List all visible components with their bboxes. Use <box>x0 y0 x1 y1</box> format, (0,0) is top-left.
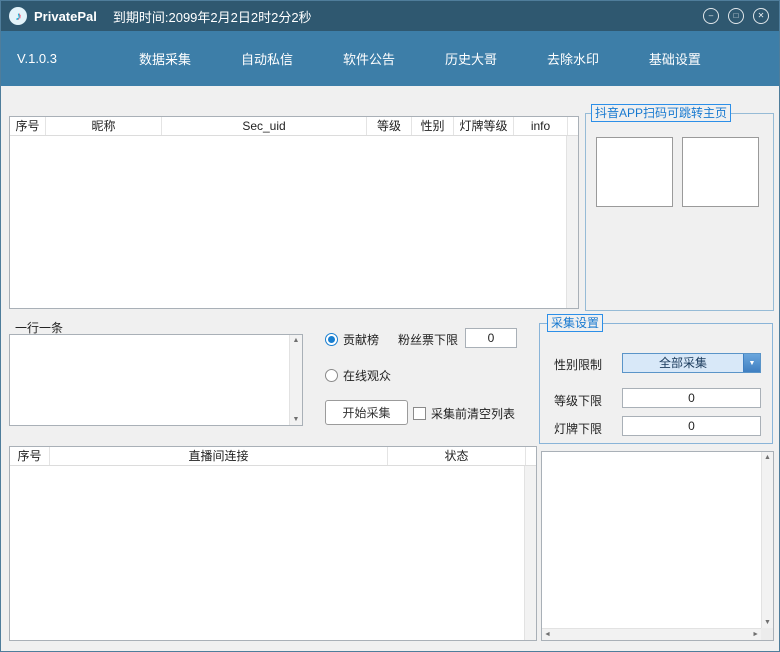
user-table-header: 序号 昵称 Sec_uid 等级 性别 灯牌等级 info <box>10 117 578 136</box>
user-table-scrollbar[interactable] <box>566 136 578 308</box>
chevron-down-icon[interactable]: ▼ <box>743 354 760 372</box>
contribution-radio-row: 贡献榜 <box>325 331 379 348</box>
scroll-down-icon[interactable]: ▼ <box>293 414 300 425</box>
live-room-table: 序号 直播间连接 状态 <box>9 446 537 641</box>
titlebar: ♪ PrivatePal 到期时间:2099年2月2日2时2分2秒 – □ ✕ <box>1 1 779 31</box>
col-sec-uid: Sec_uid <box>162 117 367 135</box>
menu-item-auto-dm[interactable]: 自动私信 <box>233 43 301 74</box>
col-info: info <box>514 117 568 135</box>
version-label: V.1.0.3 <box>17 31 57 86</box>
qr-code-box-2 <box>682 137 759 207</box>
contribution-radio[interactable] <box>325 333 338 346</box>
close-button[interactable]: ✕ <box>753 8 769 24</box>
gender-limit-select[interactable]: 全部采集 ▼ <box>622 353 761 373</box>
menu-item-data-collect[interactable]: 数据采集 <box>131 43 199 74</box>
maximize-button[interactable]: □ <box>728 8 744 24</box>
online-radio-row: 在线观众 <box>325 367 391 384</box>
badge-limit-input[interactable]: 0 <box>622 416 761 436</box>
log-horizontal-scrollbar[interactable]: ◄ ► <box>542 628 761 640</box>
clear-before-collect-row: 采集前清空列表 <box>413 405 515 422</box>
fan-ticket-input[interactable]: 0 <box>465 328 517 348</box>
clear-list-checkbox[interactable] <box>413 407 426 420</box>
contribution-radio-label: 贡献榜 <box>343 331 379 348</box>
gender-limit-label: 性别限制 <box>554 356 602 373</box>
scroll-up-icon[interactable]: ▲ <box>293 335 300 346</box>
minimize-button[interactable]: – <box>703 8 719 24</box>
qr-panel: 抖音APP扫码可跳转主页 <box>585 113 774 311</box>
qr-panel-title: 抖音APP扫码可跳转主页 <box>591 104 731 122</box>
menu-item-basic-settings[interactable]: 基础设置 <box>641 43 709 74</box>
textarea-scrollbar[interactable]: ▲ ▼ <box>289 335 302 425</box>
log-output-panel: ▲ ▼ ◄ ► <box>541 451 774 641</box>
app-window: ♪ PrivatePal 到期时间:2099年2月2日2时2分2秒 – □ ✕ … <box>0 0 780 652</box>
user-table: 序号 昵称 Sec_uid 等级 性别 灯牌等级 info <box>9 116 579 309</box>
main-menu: 数据采集 自动私信 软件公告 历史大哥 去除水印 基础设置 <box>131 31 709 86</box>
qr-code-box-1 <box>596 137 673 207</box>
scroll-left-icon[interactable]: ◄ <box>544 629 551 640</box>
level-limit-input[interactable]: 0 <box>622 388 761 408</box>
level-limit-label: 等级下限 <box>554 392 602 409</box>
menu-item-remove-watermark[interactable]: 去除水印 <box>539 43 607 74</box>
scroll-right-icon[interactable]: ► <box>752 629 759 640</box>
menu-item-history[interactable]: 历史大哥 <box>437 43 505 74</box>
menu-item-announcement[interactable]: 软件公告 <box>335 43 403 74</box>
start-collect-button[interactable]: 开始采集 <box>325 400 408 425</box>
col-live-link: 直播间连接 <box>50 447 388 465</box>
online-viewers-radio[interactable] <box>325 369 338 382</box>
col-gender: 性别 <box>412 117 454 135</box>
col-nickname: 昵称 <box>46 117 162 135</box>
col-live-status: 状态 <box>388 447 526 465</box>
scroll-up-icon[interactable]: ▲ <box>764 452 771 463</box>
fan-ticket-label-row: 粉丝票下限 <box>398 331 458 348</box>
badge-limit-label: 灯牌下限 <box>554 420 602 437</box>
window-controls: – □ ✕ <box>703 8 769 24</box>
settings-panel-title: 采集设置 <box>547 314 603 332</box>
live-table-scrollbar[interactable] <box>524 466 536 640</box>
col-live-index: 序号 <box>10 447 50 465</box>
col-index: 序号 <box>10 117 46 135</box>
scroll-down-icon[interactable]: ▼ <box>764 617 771 628</box>
clear-list-checkbox-label: 采集前清空列表 <box>431 405 515 422</box>
app-title: PrivatePal <box>34 9 97 24</box>
collect-settings-panel: 采集设置 性别限制 全部采集 ▼ 等级下限 0 灯牌下限 0 <box>539 323 773 444</box>
live-table-header: 序号 直播间连接 状态 <box>10 447 536 466</box>
expiry-time-text: 到期时间:2099年2月2日2时2分2秒 <box>113 7 312 26</box>
fan-ticket-label: 粉丝票下限 <box>398 331 458 348</box>
link-input-textarea[interactable]: ▲ ▼ <box>9 334 303 426</box>
gender-limit-value: 全部采集 <box>623 354 743 372</box>
col-badge-level: 灯牌等级 <box>454 117 514 135</box>
app-logo-icon: ♪ <box>9 7 27 25</box>
scrollbar-corner <box>761 628 773 640</box>
online-viewers-radio-label: 在线观众 <box>343 367 391 384</box>
col-level: 等级 <box>367 117 412 135</box>
log-vertical-scrollbar[interactable]: ▲ ▼ <box>761 452 773 628</box>
nav-bar: V.1.0.3 数据采集 自动私信 软件公告 历史大哥 去除水印 基础设置 <box>1 31 779 86</box>
